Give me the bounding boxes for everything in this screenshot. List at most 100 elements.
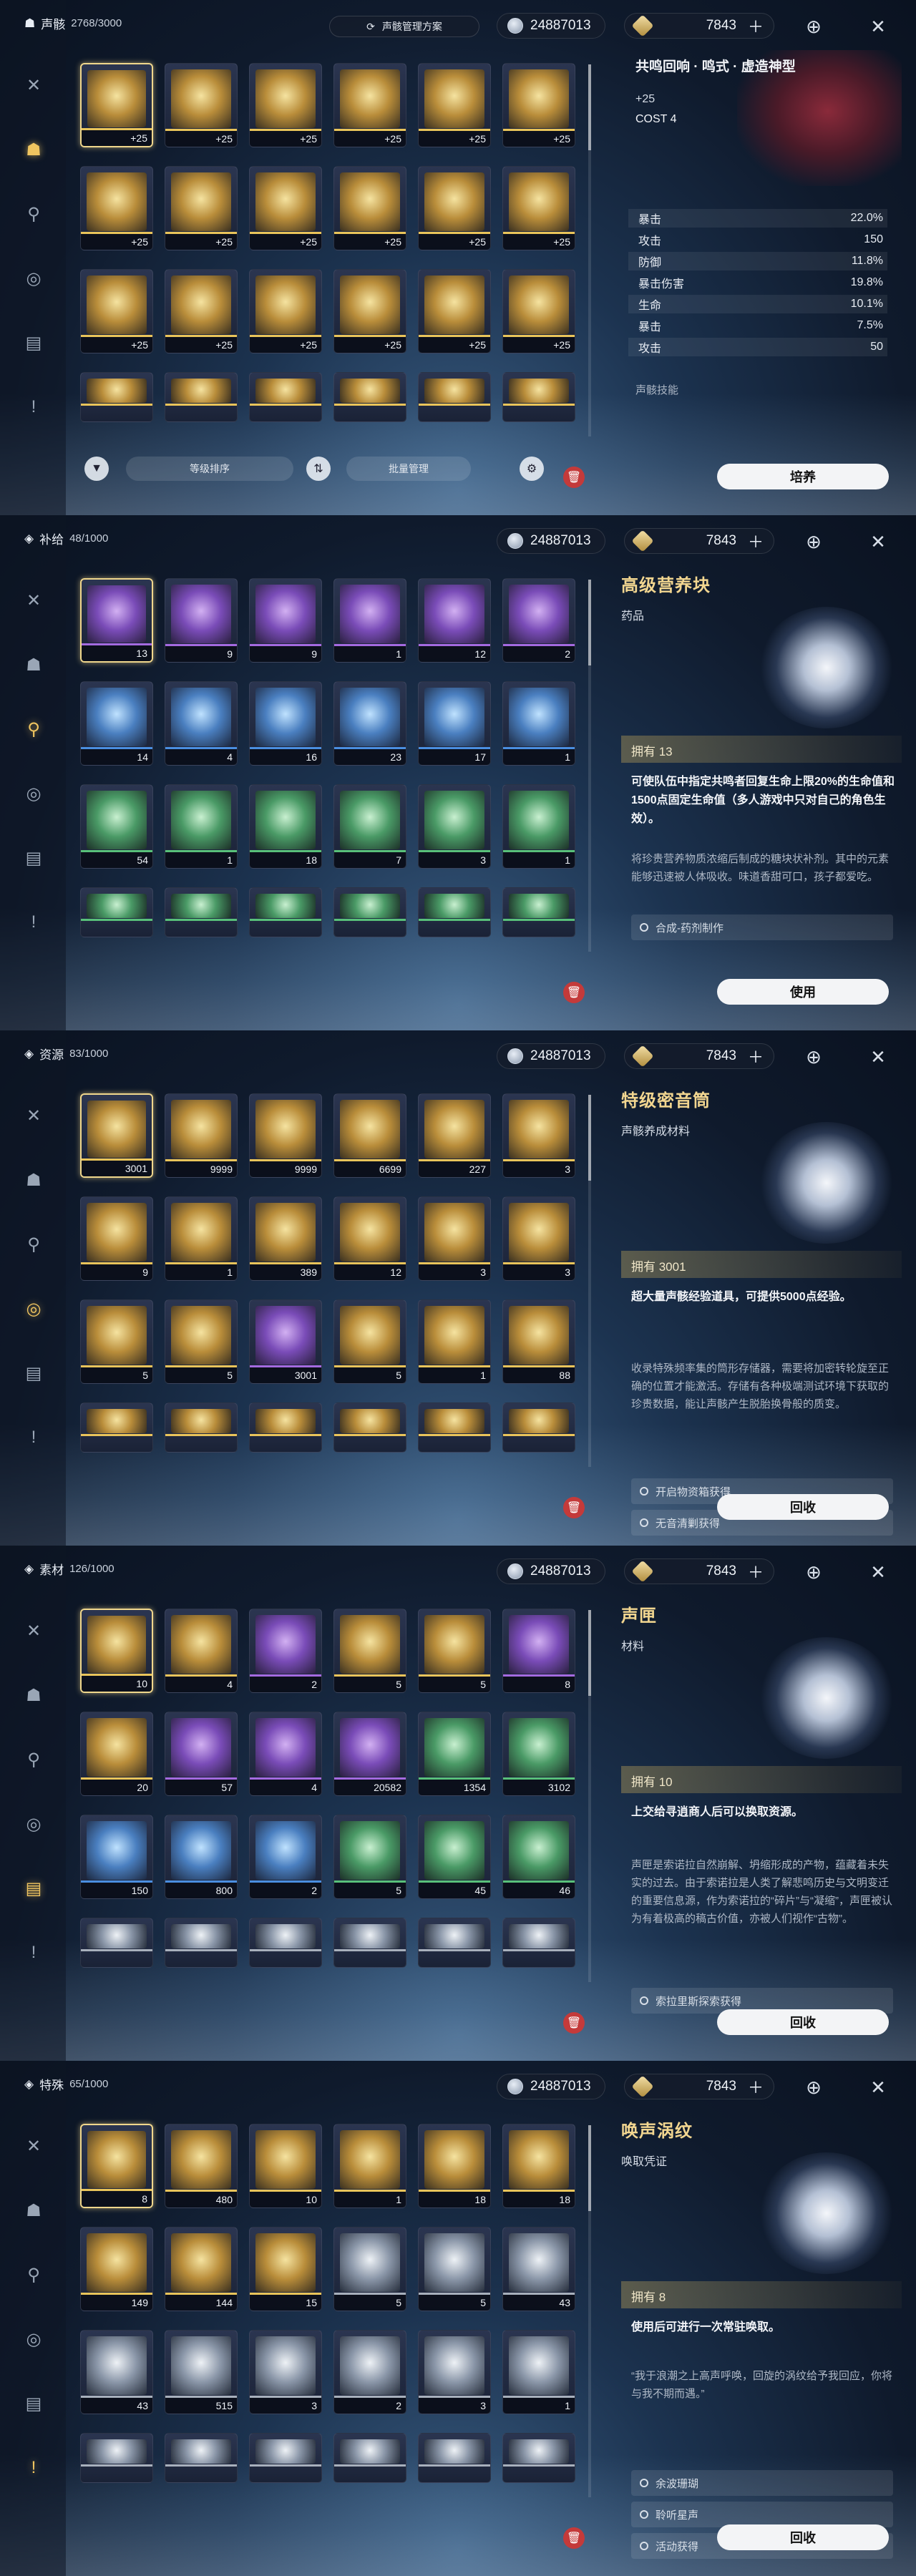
filter-button[interactable]: ▼: [84, 457, 109, 481]
star-counter[interactable]: 7843 ＋: [624, 1043, 774, 1069]
item-slot[interactable]: 12: [418, 578, 491, 663]
item-slot[interactable]: [249, 2433, 322, 2483]
sword-icon[interactable]: ✕: [19, 70, 49, 100]
sword-icon[interactable]: ✕: [19, 2131, 49, 2161]
item-slot[interactable]: 1: [502, 2330, 575, 2414]
plus-icon[interactable]: ＋: [748, 2075, 764, 2098]
item-slot[interactable]: +25: [502, 269, 575, 353]
item-slot[interactable]: 3001: [80, 1093, 153, 1178]
action-button[interactable]: 回收: [717, 2009, 889, 2035]
item-slot[interactable]: 16: [249, 681, 322, 766]
item-slot[interactable]: +25: [502, 63, 575, 147]
item-slot[interactable]: 10: [249, 2124, 322, 2208]
item-slot[interactable]: [80, 2433, 153, 2483]
item-slot[interactable]: 5: [165, 1299, 238, 1384]
trash-icon[interactable]: 🗑: [563, 467, 585, 488]
action-button[interactable]: 回收: [717, 1494, 889, 1520]
item-slot[interactable]: [249, 887, 322, 937]
item-slot[interactable]: +25: [249, 63, 322, 147]
item-slot[interactable]: +25: [249, 166, 322, 250]
item-slot[interactable]: [418, 2433, 491, 2483]
close-icon[interactable]: ✕: [867, 1561, 889, 1583]
item-slot[interactable]: +25: [333, 269, 406, 353]
echo-tab-icon[interactable]: ☗: [19, 135, 49, 165]
item-slot[interactable]: 227: [418, 1093, 491, 1178]
item-slot[interactable]: [502, 887, 575, 937]
item-slot[interactable]: 9999: [249, 1093, 322, 1178]
item-slot[interactable]: 54: [80, 784, 153, 869]
material-tab-icon[interactable]: ▤: [19, 328, 49, 358]
item-slot[interactable]: 20: [80, 1712, 153, 1796]
item-slot[interactable]: [333, 1918, 406, 1968]
item-slot[interactable]: 43: [80, 2330, 153, 2414]
item-slot[interactable]: 3: [502, 1093, 575, 1178]
item-slot[interactable]: 2: [249, 1609, 322, 1693]
special-tab-icon[interactable]: !: [19, 907, 49, 937]
batch-button[interactable]: 批量管理: [346, 457, 471, 481]
item-slot[interactable]: 149: [80, 2227, 153, 2311]
item-slot[interactable]: 4: [165, 681, 238, 766]
scrollbar[interactable]: [588, 64, 591, 436]
item-slot[interactable]: [502, 2433, 575, 2483]
item-slot[interactable]: +25: [333, 166, 406, 250]
item-slot[interactable]: +25: [80, 166, 153, 250]
item-slot[interactable]: [502, 1918, 575, 1968]
material-tab-icon[interactable]: ▤: [19, 2389, 49, 2419]
plus-icon[interactable]: ＋: [748, 530, 764, 552]
star-counter[interactable]: 7843 ＋: [624, 2074, 774, 2099]
item-slot[interactable]: 3001: [249, 1299, 322, 1384]
item-slot[interactable]: [418, 372, 491, 422]
target-icon[interactable]: ⊕: [803, 531, 824, 552]
item-slot[interactable]: 3: [418, 1196, 491, 1281]
star-counter[interactable]: 7843 ＋: [624, 13, 774, 39]
item-slot[interactable]: [333, 887, 406, 937]
item-slot[interactable]: 2: [333, 2330, 406, 2414]
item-slot[interactable]: 57: [165, 1712, 238, 1796]
item-slot[interactable]: 18: [418, 2124, 491, 2208]
item-slot[interactable]: 6699: [333, 1093, 406, 1178]
target-icon[interactable]: ⊕: [803, 1561, 824, 1583]
item-slot[interactable]: +25: [80, 269, 153, 353]
item-slot[interactable]: +25: [165, 63, 238, 147]
special-tab-icon[interactable]: !: [19, 1423, 49, 1453]
item-slot[interactable]: +25: [502, 166, 575, 250]
item-slot[interactable]: 46: [502, 1815, 575, 1899]
echo-plan-button[interactable]: ⟳ 声骸管理方案: [329, 16, 479, 37]
item-slot[interactable]: [418, 1402, 491, 1453]
item-slot[interactable]: 144: [165, 2227, 238, 2311]
supply-tab-icon[interactable]: ⚲: [19, 2260, 49, 2290]
item-slot[interactable]: 1: [165, 784, 238, 869]
item-slot[interactable]: 1: [418, 1299, 491, 1384]
item-slot[interactable]: 3: [502, 1196, 575, 1281]
item-slot[interactable]: 5: [418, 2227, 491, 2311]
item-slot[interactable]: [418, 1918, 491, 1968]
resource-tab-icon[interactable]: ◎: [19, 1809, 49, 1839]
scrollbar[interactable]: [588, 580, 591, 952]
material-tab-icon[interactable]: ▤: [19, 1873, 49, 1903]
item-slot[interactable]: [80, 887, 153, 937]
item-slot[interactable]: 515: [165, 2330, 238, 2414]
item-slot[interactable]: 1: [333, 2124, 406, 2208]
plus-icon[interactable]: ＋: [748, 14, 764, 37]
scrollbar[interactable]: [588, 2125, 591, 2497]
item-slot[interactable]: 5: [333, 1815, 406, 1899]
item-slot[interactable]: 5: [333, 1299, 406, 1384]
sword-icon[interactable]: ✕: [19, 1616, 49, 1646]
item-slot[interactable]: 9999: [165, 1093, 238, 1178]
item-slot[interactable]: 3: [418, 784, 491, 869]
item-slot[interactable]: +25: [333, 63, 406, 147]
item-slot[interactable]: 2: [502, 578, 575, 663]
item-slot[interactable]: +25: [80, 63, 153, 147]
item-slot[interactable]: 23: [333, 681, 406, 766]
item-slot[interactable]: [249, 1918, 322, 1968]
item-slot[interactable]: +25: [418, 63, 491, 147]
item-slot[interactable]: [165, 372, 238, 422]
trash-icon[interactable]: 🗑: [563, 2012, 585, 2034]
item-slot[interactable]: +25: [165, 269, 238, 353]
star-counter[interactable]: 7843 ＋: [624, 1558, 774, 1584]
item-slot[interactable]: 18: [249, 784, 322, 869]
close-icon[interactable]: ✕: [867, 16, 889, 37]
item-slot[interactable]: 12: [333, 1196, 406, 1281]
item-slot[interactable]: 8: [80, 2124, 153, 2208]
echo-tab-icon[interactable]: ☗: [19, 650, 49, 680]
